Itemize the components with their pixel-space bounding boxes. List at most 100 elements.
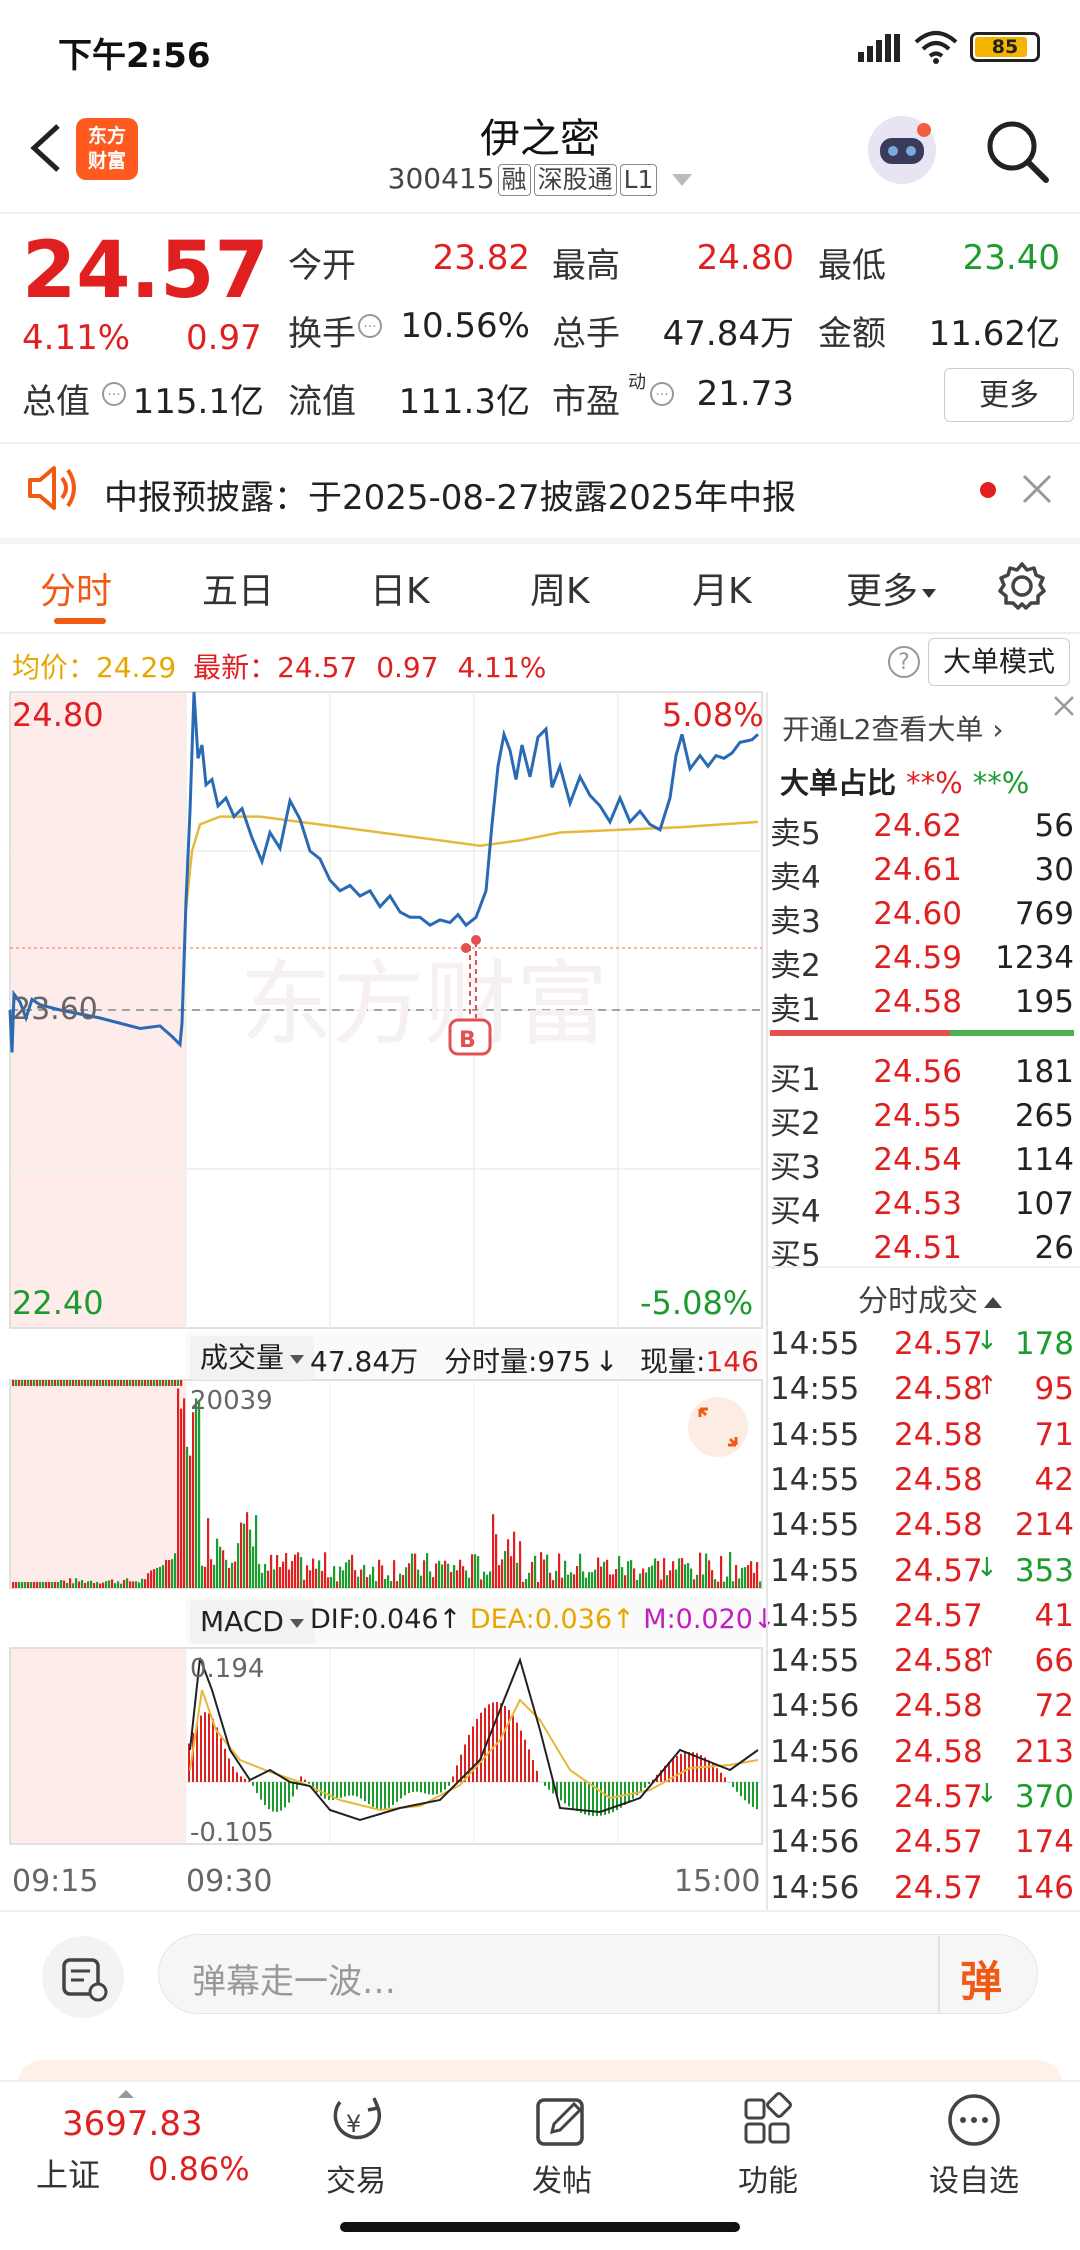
tab-day-k[interactable]: 日K	[370, 562, 430, 614]
volume-bar	[561, 1578, 563, 1588]
macd-bar	[360, 1782, 362, 1798]
close-icon[interactable]	[1020, 472, 1054, 510]
notice-text[interactable]: 中报预披露：于2025-08-27披露2025年中报	[104, 470, 796, 519]
volume-bar	[141, 1579, 143, 1588]
avg-price-line	[186, 817, 758, 910]
nav-function[interactable]: 功能	[698, 2088, 838, 2200]
help-icon[interactable]: ?	[888, 646, 920, 678]
volume-bar	[42, 1380, 44, 1386]
big-order-mode-button[interactable]: 大单模式	[928, 638, 1070, 686]
caret-down-icon	[922, 589, 936, 598]
macd-bar	[272, 1782, 274, 1811]
signal-icon	[858, 32, 902, 66]
tab-month-k[interactable]: 月K	[692, 562, 752, 614]
macd-bar	[268, 1782, 270, 1809]
more-button[interactable]: 更多	[944, 368, 1074, 422]
info-icon[interactable]: ···	[358, 314, 382, 338]
danmu-settings-button[interactable]	[42, 1936, 124, 2018]
info-icon[interactable]: ···	[650, 382, 674, 406]
volume-bar	[363, 1565, 365, 1588]
tag-level: L1	[620, 164, 658, 196]
volume-indicator-select[interactable]: 成交量	[190, 1336, 314, 1380]
trade-volume: 95	[1035, 1371, 1074, 1407]
volume-bar	[297, 1552, 299, 1588]
volume-bar	[153, 1569, 155, 1588]
info-icon[interactable]: ···	[102, 382, 126, 406]
float-label: 流值	[288, 374, 356, 423]
macd-bar	[708, 1761, 710, 1782]
tag-margin: 融	[498, 164, 531, 196]
trade-row: 14:5624.58213	[770, 1734, 1074, 1774]
volume-bar	[522, 1582, 524, 1588]
volume-bar	[204, 1567, 206, 1588]
volume-bar	[39, 1380, 41, 1386]
trade-time: 14:55	[770, 1462, 859, 1498]
tab-5day[interactable]: 五日	[202, 562, 274, 614]
volume-bar	[549, 1573, 551, 1588]
macd-indicator-select[interactable]: MACD	[190, 1600, 314, 1644]
trade-arrow: ↓	[976, 1326, 998, 1356]
trade-time: 14:56	[770, 1688, 859, 1724]
volume-bar	[417, 1570, 419, 1588]
volume-bar	[285, 1553, 287, 1588]
volume-bar	[432, 1577, 434, 1588]
big-ratio-green: **%	[973, 766, 1030, 800]
volume-bar	[90, 1581, 92, 1588]
open-value: 23.82	[400, 238, 530, 278]
back-button[interactable]	[18, 118, 78, 178]
macd-bar	[452, 1776, 454, 1782]
macd-bar	[444, 1782, 446, 1790]
index-value[interactable]: 3697.83	[62, 2104, 203, 2144]
volume-bar	[72, 1380, 74, 1386]
status-time: 下午2:56	[58, 28, 211, 77]
bids-row: 买524.5126	[770, 1230, 1074, 1270]
volume-bar	[243, 1524, 245, 1588]
search-icon[interactable]	[982, 116, 1052, 190]
danmu-send-button[interactable]: 弹	[960, 1948, 1002, 2009]
volume-bar	[495, 1534, 497, 1588]
macd-bar	[280, 1782, 282, 1811]
tab-more[interactable]: 更多	[846, 562, 936, 614]
volume-max: 20039	[190, 1386, 273, 1416]
settings-gear-icon[interactable]	[996, 560, 1048, 616]
caret-up-icon	[984, 1297, 1002, 1308]
macd-bar	[216, 1727, 218, 1782]
trade-time: 14:56	[770, 1779, 859, 1815]
nav-post[interactable]: 发帖	[492, 2088, 632, 2200]
macd-bar	[404, 1782, 406, 1795]
nav-function-label: 功能	[698, 2156, 838, 2200]
trades-title[interactable]: 分时成交	[858, 1276, 1002, 1320]
close-panel-icon[interactable]	[1052, 694, 1076, 722]
trade-price: 24.57	[894, 1326, 983, 1362]
trade-arrow: ↑	[976, 1371, 998, 1401]
macd-bar	[516, 1723, 518, 1782]
volume-bar	[369, 1574, 371, 1588]
l2-link[interactable]: 开通L2查看大单 ›	[782, 708, 1004, 748]
latest-label: 最新：	[193, 651, 277, 684]
app-logo[interactable]: 东方 财富	[76, 118, 138, 180]
robot-assistant-icon[interactable]	[864, 112, 940, 192]
more-dots-icon	[904, 2088, 1044, 2152]
macd-bar	[276, 1782, 278, 1812]
trade-price: 24.58	[894, 1417, 983, 1453]
trade-arrow: ↓	[976, 1779, 998, 1809]
volume-bar	[492, 1514, 494, 1588]
macd-bar	[532, 1760, 534, 1782]
volume-bar	[102, 1380, 104, 1386]
volume-bar	[87, 1380, 89, 1386]
nav-trade[interactable]: ¥ 交易	[286, 2088, 426, 2200]
tab-fenshi[interactable]: 分时	[40, 562, 112, 614]
volume-bar	[348, 1560, 350, 1588]
volume-bar	[15, 1380, 17, 1386]
volume-bar	[648, 1567, 650, 1588]
tab-week-k[interactable]: 周K	[530, 562, 590, 614]
trade-volume: 370	[1015, 1779, 1074, 1815]
volume-bar	[141, 1380, 143, 1386]
volume-bar	[696, 1575, 698, 1588]
chevron-left-icon	[18, 118, 78, 178]
nav-add-watchlist[interactable]: 设自选	[904, 2088, 1044, 2200]
volume-bar	[36, 1582, 38, 1588]
volume-bar	[576, 1566, 578, 1588]
stock-subtitle[interactable]: 300415融深股通L1	[340, 162, 740, 196]
current-price: 24.57	[22, 226, 269, 316]
